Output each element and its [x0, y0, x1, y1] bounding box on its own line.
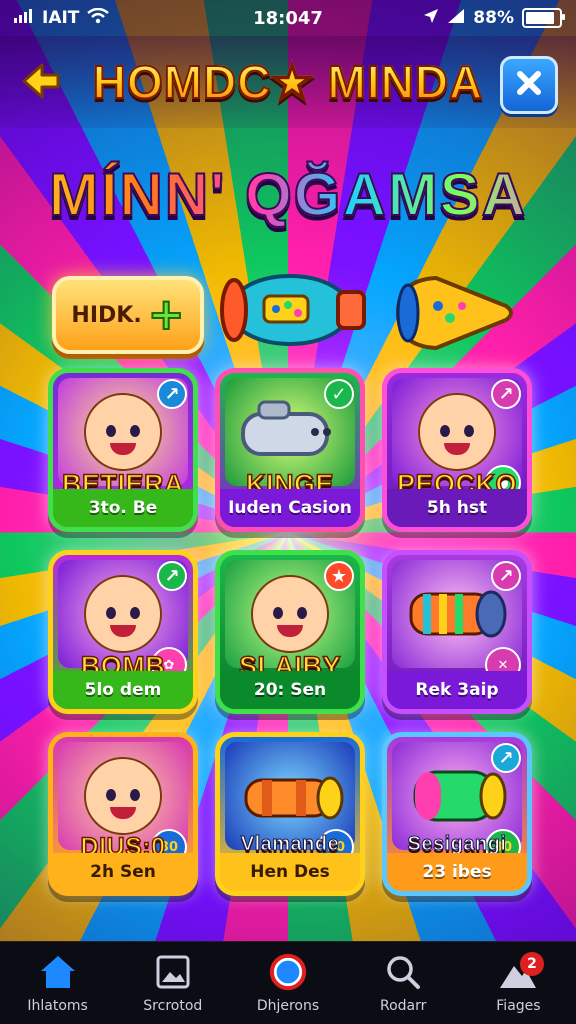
- rocket-toy-image: [220, 262, 376, 362]
- nav-label: Srcrotod: [143, 998, 203, 1014]
- location-icon: [423, 8, 439, 29]
- cell-signal-icon: [447, 8, 465, 29]
- game-tile[interactable]: ↗ BETIERA 3to. Be: [48, 368, 198, 532]
- share-badge-icon[interactable]: ↗: [491, 743, 521, 773]
- clock: 18:047: [253, 7, 323, 29]
- tile-subtitle: 23 ibes: [387, 853, 527, 891]
- game-tile[interactable]: 30 DIUS:0 2h Sen: [48, 732, 198, 896]
- carrier-label: IAIT: [42, 8, 80, 28]
- share-badge-icon[interactable]: ↗: [157, 379, 187, 409]
- game-grid: ↗ BETIERA 3to. Be ✓ KINGE Iuden Casion ↗…: [48, 368, 532, 896]
- record-circle-icon: [268, 952, 308, 992]
- back-arrow-icon: [16, 61, 62, 105]
- character-face-icon: [418, 393, 496, 471]
- share-badge-icon[interactable]: ↗: [157, 561, 187, 591]
- gallery-icon: [153, 952, 193, 992]
- battery-percent: 88%: [473, 8, 514, 28]
- game-tile[interactable]: ✓ KINGE Iuden Casion: [215, 368, 365, 532]
- bottom-navigation: Ihlatoms Srcrotod Dhjerons Rodarr 2 Fiag…: [0, 941, 576, 1024]
- tile-subtitle: 2h Sen: [53, 853, 193, 891]
- status-bar: IAIT 18:047 88%: [0, 0, 576, 36]
- tile-subtitle: Iuden Casion: [220, 489, 360, 527]
- star-badge-icon[interactable]: ★: [324, 561, 354, 591]
- nav-item-home[interactable]: Ihlatoms: [0, 942, 115, 1024]
- nav-label: Fiages: [496, 998, 541, 1014]
- tile-subtitle: 3to. Be: [53, 489, 193, 527]
- app-header: HOMDC★ MINDA: [0, 36, 576, 128]
- nav-label: Rodarr: [380, 998, 427, 1014]
- link-badge-icon[interactable]: ↗: [491, 379, 521, 409]
- tile-subtitle: Hen Des: [220, 853, 360, 891]
- nav-label: Ihlatoms: [27, 998, 88, 1014]
- cannon-toy-icon: [244, 776, 344, 820]
- game-banner-title: MÍNN' QĞAMSA: [0, 160, 576, 229]
- character-face-icon: [84, 575, 162, 653]
- nav-item-search[interactable]: Rodarr: [346, 942, 461, 1024]
- game-tile[interactable]: ↗ ✿ BOMB 5lo dem: [48, 550, 198, 714]
- game-tile[interactable]: ★ SLAIBY 20: Sen: [215, 550, 365, 714]
- close-button[interactable]: [500, 56, 558, 114]
- mini-button-label: HIDK.: [71, 302, 142, 328]
- nav-item-pages[interactable]: 2 Fiages: [461, 942, 576, 1024]
- character-face-icon: [84, 393, 162, 471]
- nav-item-play[interactable]: Dhjerons: [230, 942, 345, 1024]
- battery-icon: [522, 8, 565, 28]
- character-face-icon: [251, 575, 329, 653]
- nav-label: Dhjerons: [256, 998, 320, 1014]
- tile-subtitle: 5lo dem: [53, 671, 193, 709]
- game-tile[interactable]: ↗ ● PEOCKO 5h hst: [382, 368, 532, 532]
- home-icon: [38, 952, 78, 992]
- game-tile[interactable]: ↗ ✕ Rek 3aip: [382, 550, 532, 714]
- game-tile[interactable]: 30 Vlamande Hen Des: [215, 732, 365, 896]
- close-icon: [514, 68, 544, 102]
- search-icon: [383, 952, 423, 992]
- signal-icon: [14, 8, 34, 28]
- mini-add-button[interactable]: HIDK. +: [52, 276, 204, 354]
- tile-subtitle: 20: Sen: [220, 671, 360, 709]
- notification-badge: 2: [520, 952, 545, 976]
- cone-toy-image: [392, 270, 522, 360]
- link-badge-icon[interactable]: ↗: [491, 561, 521, 591]
- nav-item-screen[interactable]: Srcrotod: [115, 942, 230, 1024]
- plus-icon: +: [147, 289, 186, 340]
- check-badge-icon[interactable]: ✓: [324, 379, 354, 409]
- wifi-icon: [87, 7, 110, 29]
- header-title: HOMDC★ MINDA: [92, 55, 484, 109]
- tile-subtitle: 5h hst: [387, 489, 527, 527]
- game-tile[interactable]: ↗ 30 Sesigangi 23 ibes: [382, 732, 532, 896]
- character-face-icon: [84, 757, 162, 835]
- back-button[interactable]: [14, 60, 64, 106]
- tile-subtitle: Rek 3aip: [387, 671, 527, 709]
